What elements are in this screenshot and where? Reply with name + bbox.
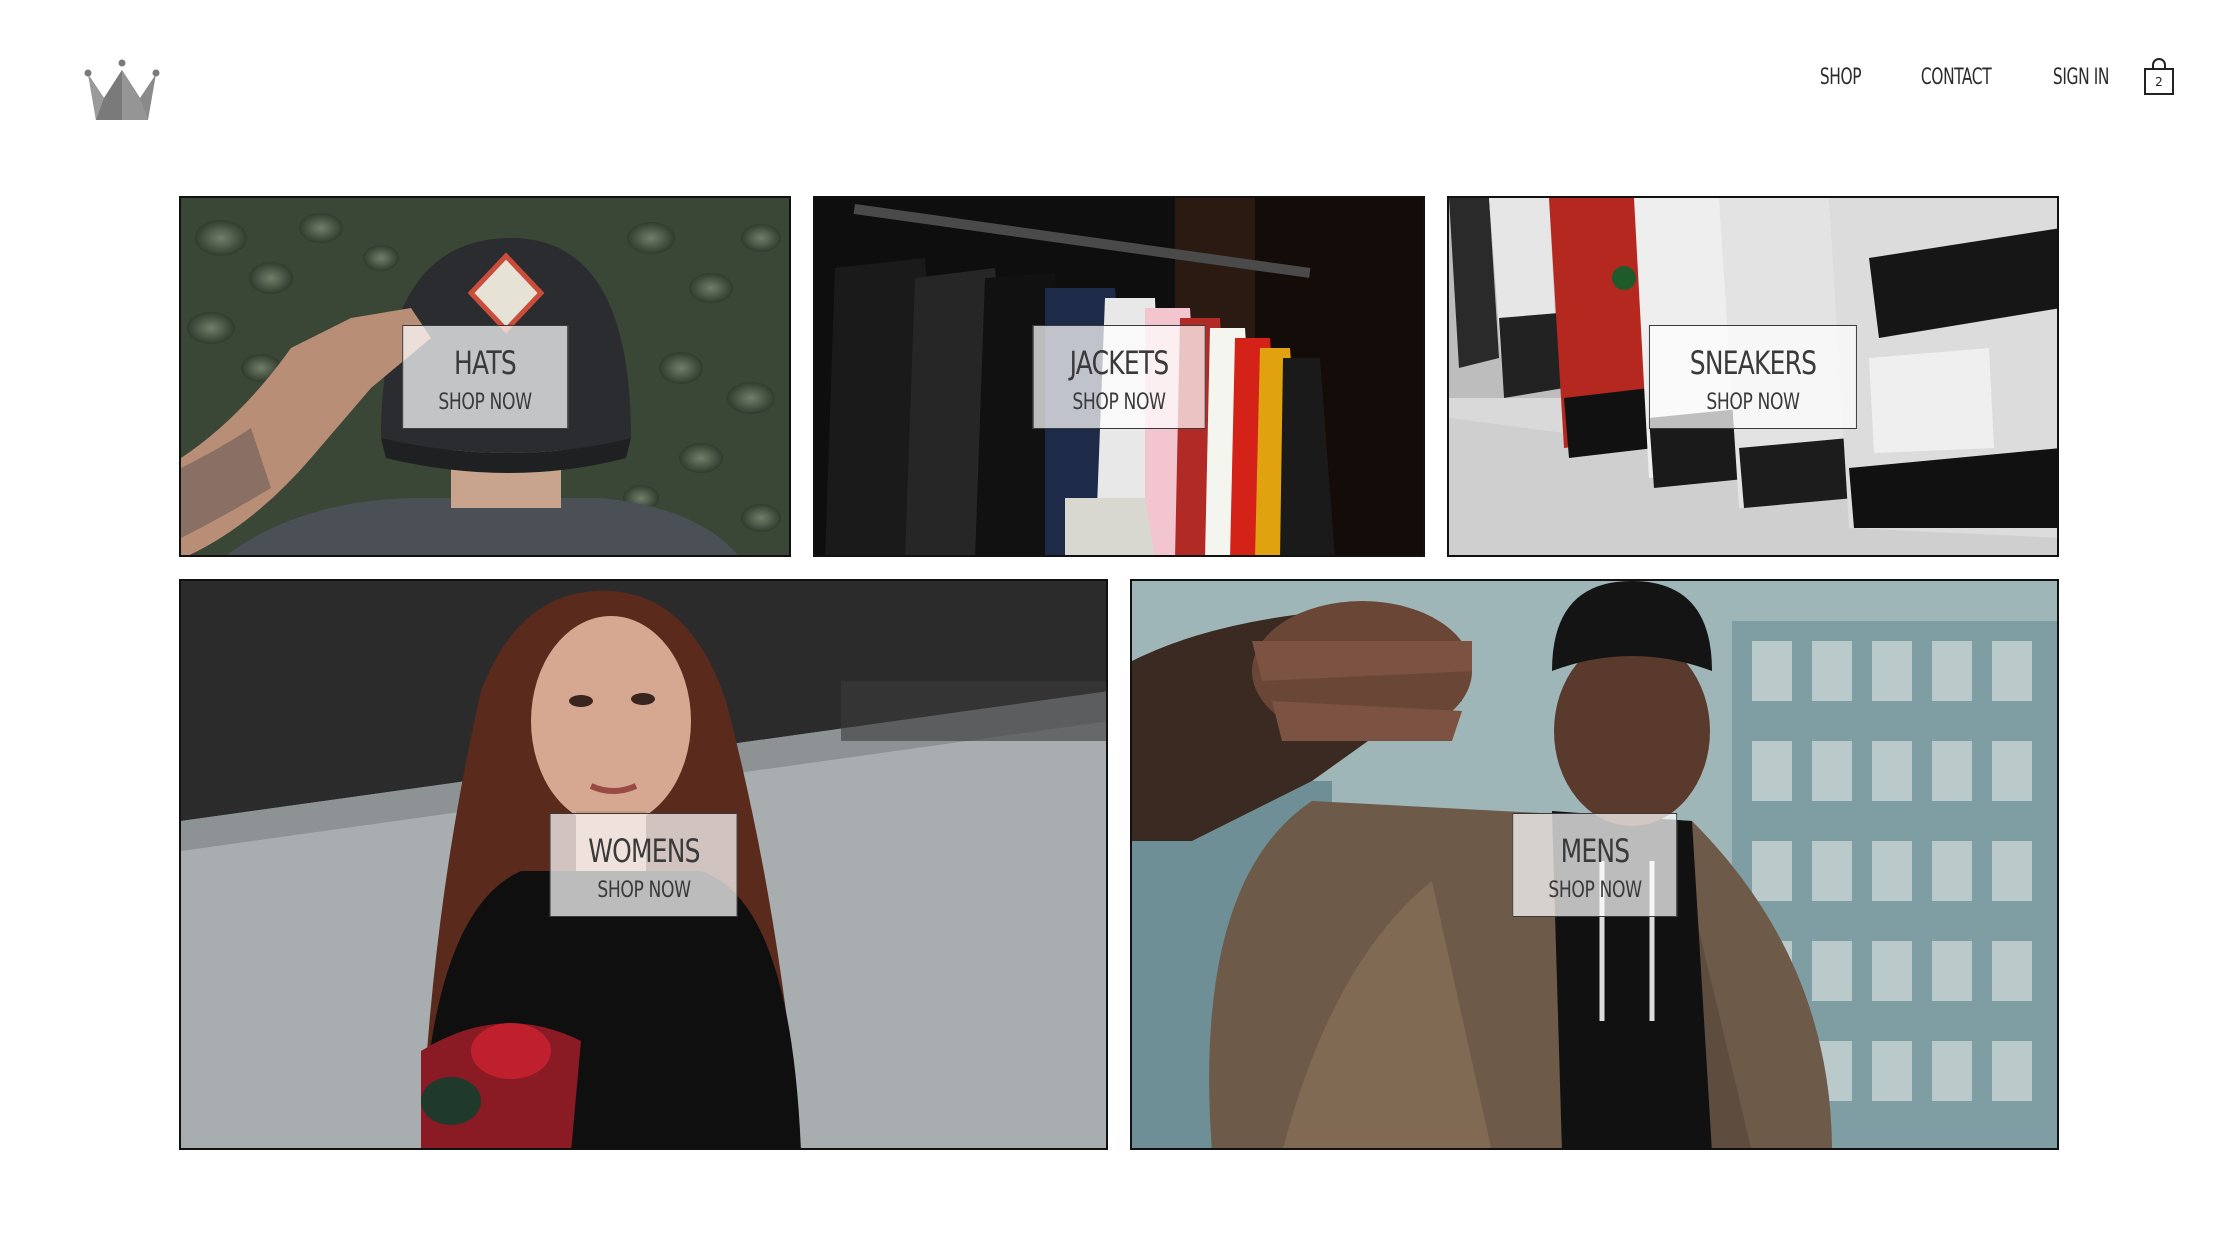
main-nav: SHOP CONTACT SIGN IN 2	[1770, 58, 2175, 96]
category-tile-sneakers[interactable]: SNEAKERS SHOP NOW	[1447, 196, 2059, 557]
category-directory: HATS SHOP NOW JACKETS SHOP NOW SNEAKERS …	[179, 196, 2059, 1150]
nav-sign-in-link[interactable]: SIGN IN	[2053, 65, 2110, 90]
shop-now-link[interactable]: SHOP NOW	[588, 878, 699, 904]
category-tile-mens[interactable]: MENS SHOP NOW	[1130, 579, 2059, 1150]
category-label-womens[interactable]: WOMENS SHOP NOW	[549, 812, 738, 917]
category-title: MENS	[1560, 831, 1629, 870]
category-title: WOMENS	[587, 831, 700, 870]
category-label-jackets[interactable]: JACKETS SHOP NOW	[1032, 324, 1206, 429]
category-tile-jackets[interactable]: JACKETS SHOP NOW	[813, 196, 1425, 557]
category-label-sneakers[interactable]: SNEAKERS SHOP NOW	[1648, 324, 1858, 429]
category-title: HATS	[454, 343, 517, 382]
shop-now-link[interactable]: SHOP NOW	[1070, 390, 1169, 416]
nav-shop-link[interactable]: SHOP	[1820, 65, 1862, 90]
crown-icon	[84, 59, 160, 120]
cart-button[interactable]: 2	[2143, 58, 2175, 96]
logo-link[interactable]	[82, 58, 162, 122]
cart-count: 2	[2155, 75, 2163, 89]
shop-now-link[interactable]: SHOP NOW	[1548, 878, 1642, 904]
shop-now-link[interactable]: SHOP NOW	[1690, 390, 1816, 416]
nav-contact-link[interactable]: CONTACT	[1921, 65, 1992, 90]
category-label-mens[interactable]: MENS SHOP NOW	[1511, 812, 1678, 917]
category-title: SNEAKERS	[1689, 343, 1817, 382]
category-tile-womens[interactable]: WOMENS SHOP NOW	[179, 579, 1108, 1150]
category-label-hats[interactable]: HATS SHOP NOW	[402, 324, 568, 429]
category-tile-hats[interactable]: HATS SHOP NOW	[179, 196, 791, 557]
shop-now-link[interactable]: SHOP NOW	[438, 390, 532, 416]
category-title: JACKETS	[1069, 343, 1170, 382]
